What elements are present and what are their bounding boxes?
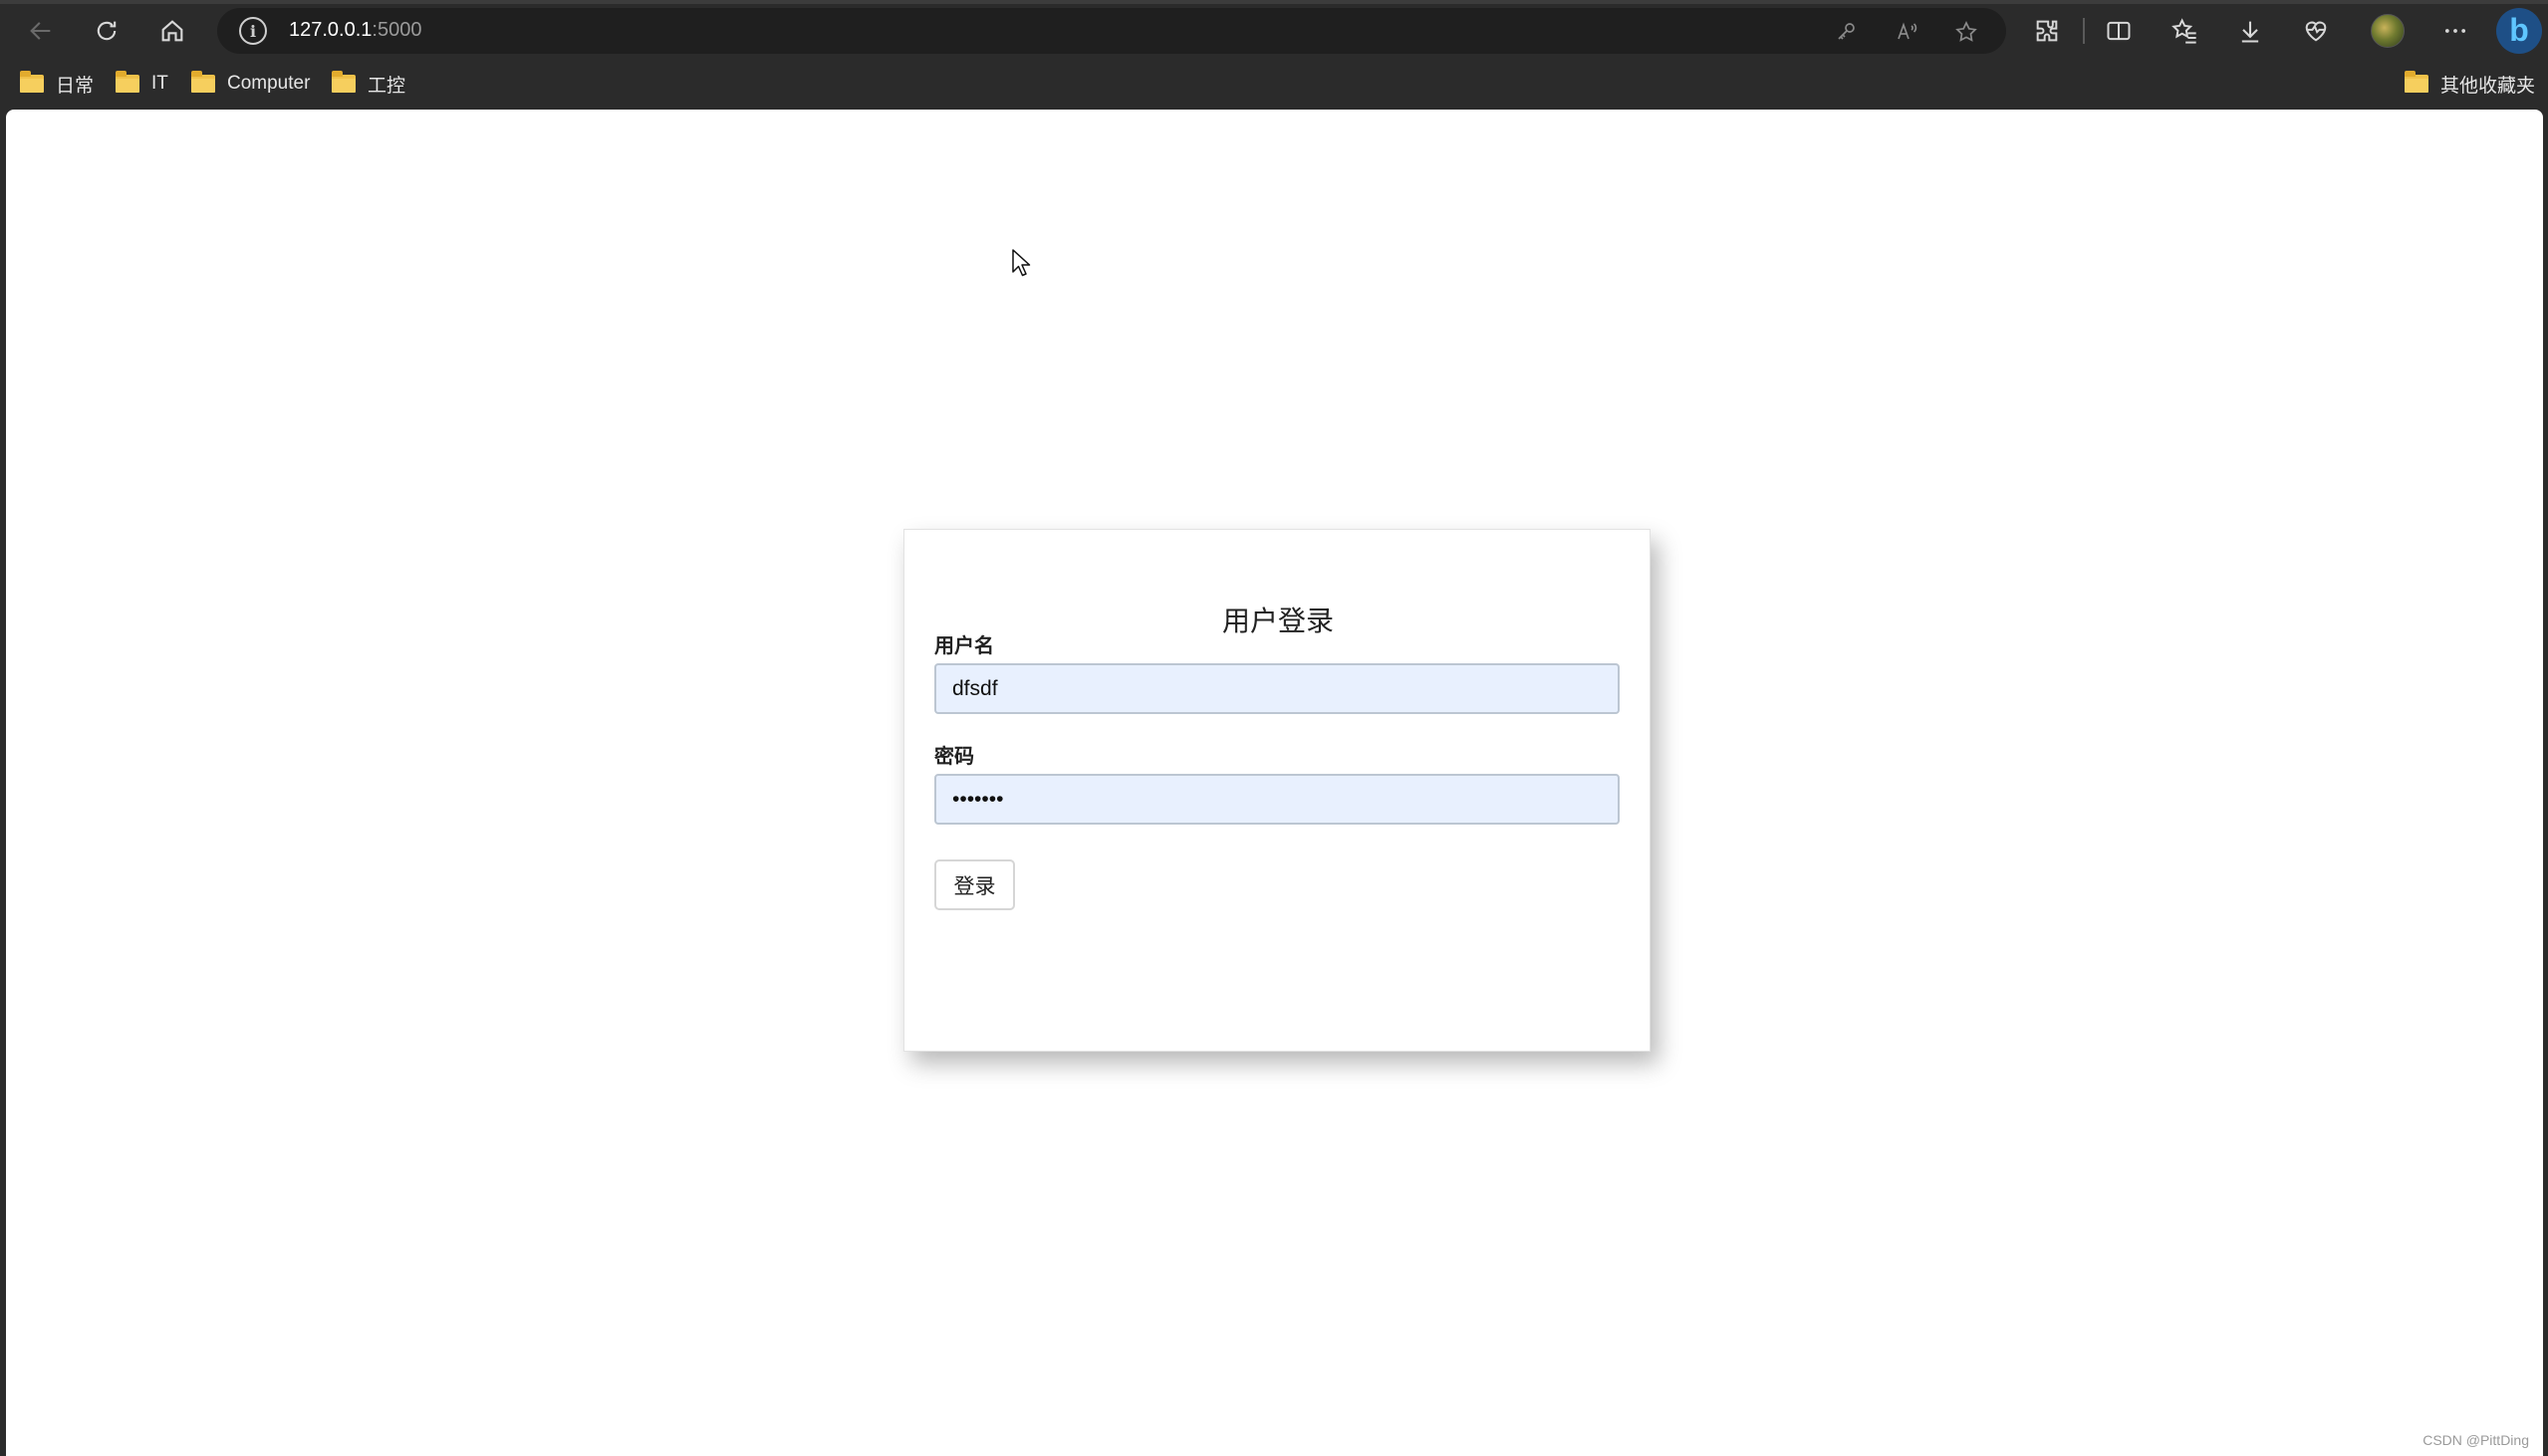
address-bar[interactable]: i 127.0.0.1:5000 (217, 8, 2006, 54)
site-info-icon[interactable]: i (239, 17, 267, 45)
password-label: 密码 (934, 744, 974, 768)
favorites-icon[interactable] (2164, 10, 2205, 52)
back-icon[interactable] (20, 10, 62, 52)
url-host: 127.0.0.1 (289, 19, 373, 41)
favorite-folder-computer[interactable]: Computer (191, 69, 310, 99)
url-port: :5000 (372, 19, 422, 41)
favorite-folder-daily[interactable]: 日常 (20, 69, 94, 99)
toolbar-top-border (0, 0, 2548, 4)
password-input[interactable]: ••••••• (934, 774, 1620, 825)
page-viewport: 用户登录 用户名 dfsdf 密码 ••••••• 登录 CSDN @PittD… (6, 110, 2543, 1456)
split-screen-icon[interactable] (2098, 10, 2140, 52)
username-input[interactable]: dfsdf (934, 663, 1620, 714)
favorite-folder-it[interactable]: IT (116, 69, 168, 99)
folder-icon (116, 71, 139, 93)
favorite-star-icon[interactable] (1950, 16, 1982, 48)
extensions-icon[interactable] (2026, 10, 2068, 52)
favorite-folder-label: Computer (227, 73, 311, 94)
folder-icon (332, 71, 356, 93)
favorites-bar: 日常 IT Computer 工控 其他收藏夹 (0, 61, 2548, 108)
favorite-folder-other[interactable]: 其他收藏夹 (2405, 69, 2535, 99)
login-title: 用户登录 (1221, 605, 1334, 637)
url-text[interactable]: 127.0.0.1:5000 (289, 19, 421, 43)
favorite-folder-label: 工控 (368, 75, 406, 97)
folder-icon (191, 71, 215, 93)
more-icon[interactable] (2434, 10, 2476, 52)
key-icon[interactable] (1831, 16, 1863, 48)
watermark: CSDN @PittDing (2422, 1432, 2529, 1448)
favorite-folder-label: 其他收藏夹 (2440, 75, 2536, 97)
favorite-folder-label: IT (151, 73, 168, 94)
copilot-icon[interactable]: b (2496, 8, 2542, 54)
favorite-folder-industrial-control[interactable]: 工控 (332, 69, 405, 99)
browser-essentials-icon[interactable] (2295, 10, 2337, 52)
favorite-folder-label: 日常 (56, 75, 95, 97)
login-button[interactable]: 登录 (934, 859, 1015, 910)
profile-avatar[interactable] (2371, 14, 2405, 48)
browser-window: i 127.0.0.1:5000 b 日常 IT Computer 工控 其他收… (0, 0, 2548, 1456)
refresh-icon[interactable] (86, 10, 127, 52)
read-aloud-icon[interactable] (1891, 16, 1922, 48)
browser-toolbar: i 127.0.0.1:5000 b (0, 0, 2548, 61)
toolbar-separator (2083, 18, 2085, 44)
folder-icon (20, 71, 44, 93)
home-icon[interactable] (151, 10, 193, 52)
username-label: 用户名 (934, 633, 994, 657)
folder-icon (2405, 71, 2428, 93)
login-card: 用户登录 用户名 dfsdf 密码 ••••••• 登录 (903, 529, 1651, 1052)
mouse-cursor-icon (1012, 249, 1031, 277)
downloads-icon[interactable] (2229, 10, 2271, 52)
